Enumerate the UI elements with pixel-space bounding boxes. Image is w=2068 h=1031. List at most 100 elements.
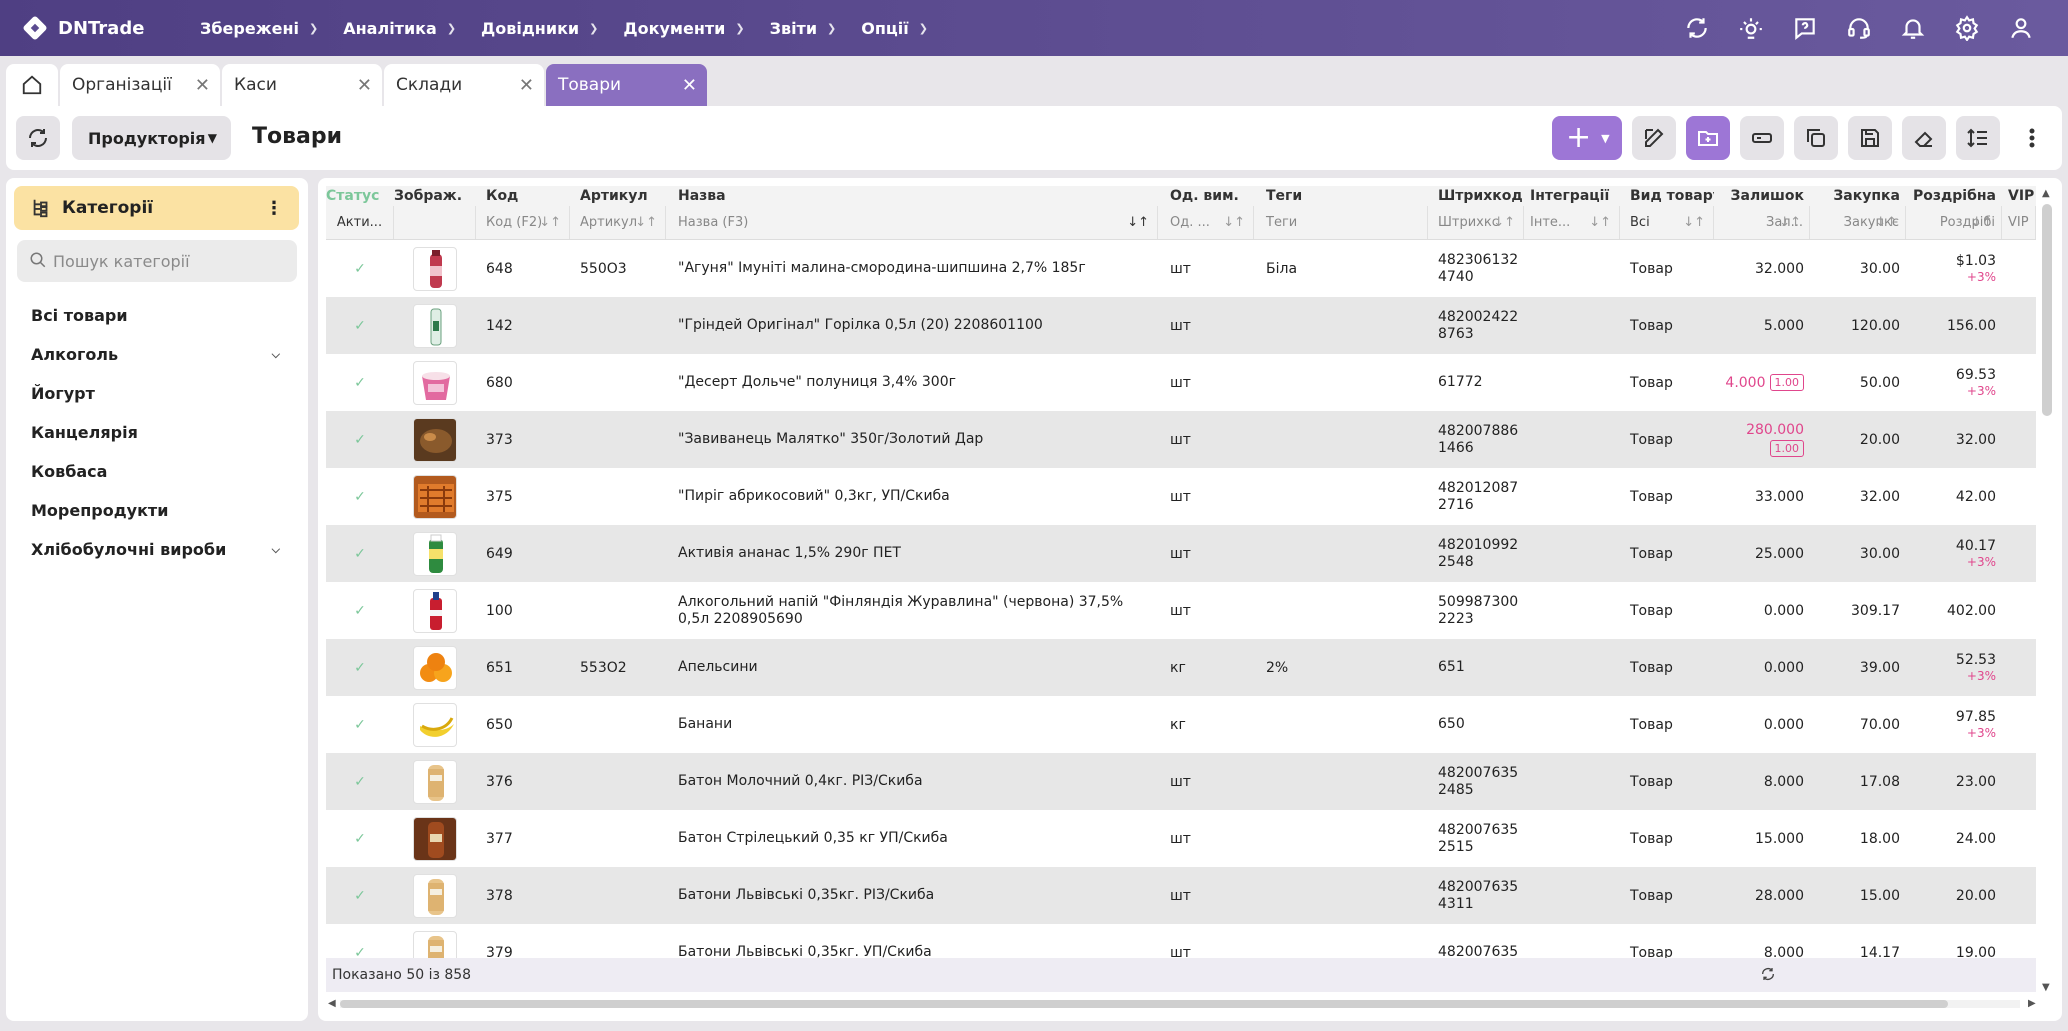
category-item[interactable]: Алкоголь ⌵ xyxy=(6,335,308,374)
column-header-status[interactable]: Статус xyxy=(326,186,394,206)
categories-header[interactable]: Категорії ⋮ xyxy=(14,186,299,230)
category-search-input[interactable]: Пошук категорії xyxy=(17,240,297,282)
scroll-thumb[interactable] xyxy=(2042,204,2052,416)
bell-icon[interactable] xyxy=(1886,0,1940,56)
scroll-up-icon[interactable]: ▲ xyxy=(2042,188,2050,199)
table-row[interactable]: ✓ 373 "Завиванець Малятко" 350г/Золотий Да… xyxy=(326,411,2036,468)
category-item[interactable]: Морепродукти xyxy=(6,491,308,530)
sync-icon[interactable] xyxy=(1670,0,1724,56)
close-icon[interactable]: ✕ xyxy=(357,75,372,96)
column-filter-status[interactable]: Акти... xyxy=(326,206,394,239)
erase-button[interactable] xyxy=(1902,116,1946,160)
sort-icon[interactable]: ↓↑ xyxy=(1779,215,1801,230)
column-filter-vip[interactable]: VIP xyxy=(2002,206,2036,239)
tab-warehouses[interactable]: Склади ✕ xyxy=(384,64,544,106)
sort-icon[interactable]: ↓↑ xyxy=(539,215,561,230)
table-row[interactable]: ✓ 100 Алкогольний напій "Фінляндія Журавли… xyxy=(326,582,2036,639)
column-filter-tags[interactable]: Теги xyxy=(1254,206,1428,239)
scroll-down-icon[interactable]: ▼ xyxy=(2042,982,2050,993)
column-filter-code[interactable]: Код (F2) ↓↑ xyxy=(476,206,570,239)
vertical-scrollbar[interactable]: ▲ ▼ xyxy=(2038,186,2056,996)
column-header-buy[interactable]: Закупка xyxy=(1810,186,1906,206)
tab-organizations[interactable]: Організації ✕ xyxy=(60,64,220,106)
menu-options[interactable]: Опції ❯ xyxy=(861,19,928,38)
theme-sun-icon[interactable] xyxy=(1724,0,1778,56)
column-header-kind[interactable]: Вид товару xyxy=(1620,186,1714,206)
home-tab[interactable] xyxy=(6,64,58,106)
more-options-button[interactable] xyxy=(2010,116,2054,160)
sort-icon[interactable]: ↓↑ xyxy=(1589,215,1611,230)
save-button[interactable] xyxy=(1848,116,1892,160)
scroll-thumb[interactable] xyxy=(340,1000,1948,1008)
table-row[interactable]: ✓ 651 553О2 Апельсини кг 2% 651 Товар 0.000 39.00… xyxy=(326,639,2036,696)
close-icon[interactable]: ✕ xyxy=(519,75,534,96)
table-row[interactable]: ✓ 142 "Гріндей Оригінал" Горілка 0,5л (20)… xyxy=(326,297,2036,354)
scroll-left-icon[interactable]: ◀ xyxy=(328,998,336,1009)
column-filter-rest[interactable]: Зал... ↓↑ xyxy=(1714,206,1810,239)
column-filter-kind[interactable]: Всі ↓↑ xyxy=(1620,206,1714,239)
user-icon[interactable] xyxy=(1994,0,2048,56)
menu-saved[interactable]: Збережені ❯ xyxy=(200,19,318,38)
table-row[interactable]: ✓ 649 Активія ананас 1,5% 290г ПЕТ шт 482010… xyxy=(326,525,2036,582)
column-header-unit[interactable]: Од. вим. xyxy=(1158,186,1254,206)
chevron-down-icon[interactable]: ⌵ xyxy=(272,348,280,362)
category-item[interactable]: Йогурт xyxy=(6,374,308,413)
column-header-rest[interactable]: Залишок xyxy=(1714,186,1810,206)
menu-analytics[interactable]: Аналітика ❯ xyxy=(343,19,456,38)
horizontal-scrollbar[interactable]: ◀ ▶ xyxy=(326,996,2042,1012)
table-row[interactable]: ✓ 377 Батон Стрілецький 0,35 кг УП/Скиба шт… xyxy=(326,810,2036,867)
sort-icon[interactable]: ↓↑ xyxy=(1223,215,1245,230)
category-item[interactable]: Канцелярія xyxy=(6,413,308,452)
category-item[interactable]: Всі товари xyxy=(6,296,308,335)
edit-button[interactable] xyxy=(1632,116,1676,160)
store-select[interactable]: Продукторія ▼ xyxy=(72,116,231,160)
row-height-button[interactable] xyxy=(1956,116,2000,160)
sort-icon[interactable]: ↓↑ xyxy=(1971,215,1993,231)
column-filter-unit[interactable]: Од. ... ↓↑ xyxy=(1158,206,1254,239)
add-folder-button[interactable] xyxy=(1686,116,1730,160)
column-header-art[interactable]: Артикул xyxy=(570,186,666,206)
sort-desc-icon[interactable]: ↓↑ xyxy=(1127,214,1149,231)
table-row[interactable]: ✓ 650 Банани кг 650 Товар 0.000 70.00 97.85 +3% xyxy=(326,696,2036,753)
menu-documents[interactable]: Документи ❯ xyxy=(623,19,744,38)
column-header-bar[interactable]: Штрихкод xyxy=(1428,186,1524,206)
column-header-vip[interactable]: VIP xyxy=(2002,186,2036,206)
add-button[interactable]: + ▼ xyxy=(1552,116,1622,160)
column-header-ret[interactable]: Роздрібна xyxy=(1906,186,2002,206)
copy-button[interactable] xyxy=(1794,116,1838,160)
column-header-int[interactable]: Інтеграції xyxy=(1524,186,1620,206)
table-row[interactable]: ✓ 375 "Пиріг абрикосовий" 0,3кг, УП/Скиба ш… xyxy=(326,468,2036,525)
close-icon[interactable]: ✕ xyxy=(682,75,697,96)
kebab-menu-icon[interactable]: ⋮ xyxy=(265,198,283,219)
column-filter-ret[interactable]: Роздрібі ↓↑ xyxy=(1906,206,2002,239)
refresh-button[interactable] xyxy=(16,116,60,160)
column-header-code[interactable]: Код xyxy=(476,186,570,206)
chevron-down-icon[interactable]: ⌵ xyxy=(272,543,280,557)
sort-icon[interactable]: ↓↑ xyxy=(1683,215,1705,230)
tab-goods[interactable]: Товари ✕ xyxy=(546,64,707,106)
column-header-img[interactable]: Зображ. xyxy=(394,186,476,206)
column-filter-buy[interactable]: Закупкє ↓↑ xyxy=(1810,206,1906,239)
column-filter-img[interactable] xyxy=(394,206,476,239)
app-logo[interactable]: DNTrade xyxy=(22,15,172,41)
column-header-tags[interactable]: Теги xyxy=(1254,186,1428,206)
category-item[interactable]: Хлібобулочні вироби ⌵ xyxy=(6,530,308,569)
close-icon[interactable]: ✕ xyxy=(195,75,210,96)
sort-icon[interactable]: ↓↑ xyxy=(635,215,657,230)
menu-reports[interactable]: Звіти ❯ xyxy=(770,19,837,38)
column-filter-name[interactable]: Назва (F3) ↓↑ xyxy=(666,206,1158,239)
category-item[interactable]: Ковбаса xyxy=(6,452,308,491)
reload-icon[interactable] xyxy=(1760,966,1776,986)
column-filter-int[interactable]: Інте... ↓↑ xyxy=(1524,206,1620,239)
menu-directories[interactable]: Довідники ❯ xyxy=(481,19,598,38)
toggle-button[interactable] xyxy=(1740,116,1784,160)
scroll-right-icon[interactable]: ▶ xyxy=(2028,998,2036,1009)
sort-icon[interactable]: ↓↑ xyxy=(1493,214,1515,231)
column-filter-bar[interactable]: Штрихкс ↓↑ xyxy=(1428,206,1524,239)
table-row[interactable]: ✓ 680 "Десерт Дольче" полуниця 3,4% 300г шт… xyxy=(326,354,2036,411)
table-row[interactable]: ✓ 378 Батони Львівські 0,35кг. РІЗ/Скиба шт… xyxy=(326,867,2036,924)
support-headset-icon[interactable] xyxy=(1832,0,1886,56)
settings-gear-icon[interactable] xyxy=(1940,0,1994,56)
table-row[interactable]: ✓ 648 550О3 "Агуня" Імуніті малина-смородин… xyxy=(326,240,2036,297)
tab-cash-registers[interactable]: Каси ✕ xyxy=(222,64,382,106)
